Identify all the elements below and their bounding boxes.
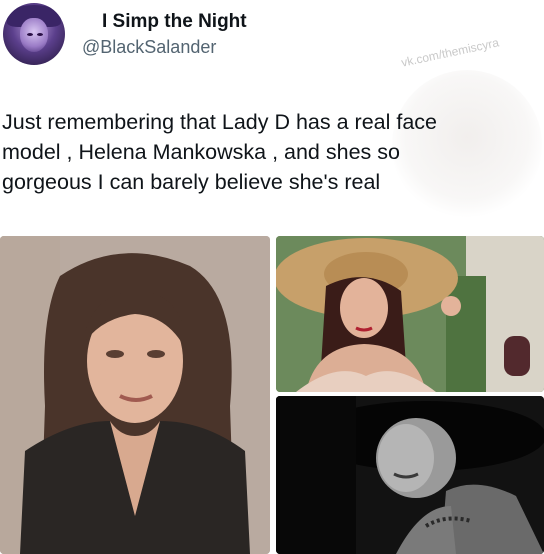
media-grid [0, 236, 544, 554]
avatar-face [20, 18, 48, 52]
dark-portrait-image [276, 396, 544, 554]
tweet-text: Just remembering that Lady D has a real … [2, 107, 522, 197]
avatar-eye-right [37, 33, 43, 36]
crescent-moon-icon [256, 14, 265, 30]
tweet-text-line: model , Helena Mankowska , and shes so [2, 140, 400, 164]
photo-sunhat[interactable] [276, 236, 544, 392]
portrait-image [0, 236, 270, 554]
crescent-moon-icon [86, 14, 94, 30]
tweet-text-line: Just remembering that Lady D has a real … [2, 110, 437, 134]
avatar[interactable] [3, 3, 65, 65]
user-handle[interactable]: @BlackSalander [82, 37, 216, 58]
sunhat-image [276, 236, 544, 392]
tweet-text-line: gorgeous I can barely believe she's real [2, 170, 381, 194]
photo-portrait-left[interactable] [0, 236, 270, 554]
tweet-header: I Simp the Night @BlackSalander [0, 0, 544, 80]
photo-dark-portrait[interactable] [276, 396, 544, 554]
display-name-row[interactable]: I Simp the Night [82, 10, 269, 34]
avatar-eye-left [27, 33, 33, 36]
display-name[interactable]: I Simp the Night [102, 11, 247, 33]
